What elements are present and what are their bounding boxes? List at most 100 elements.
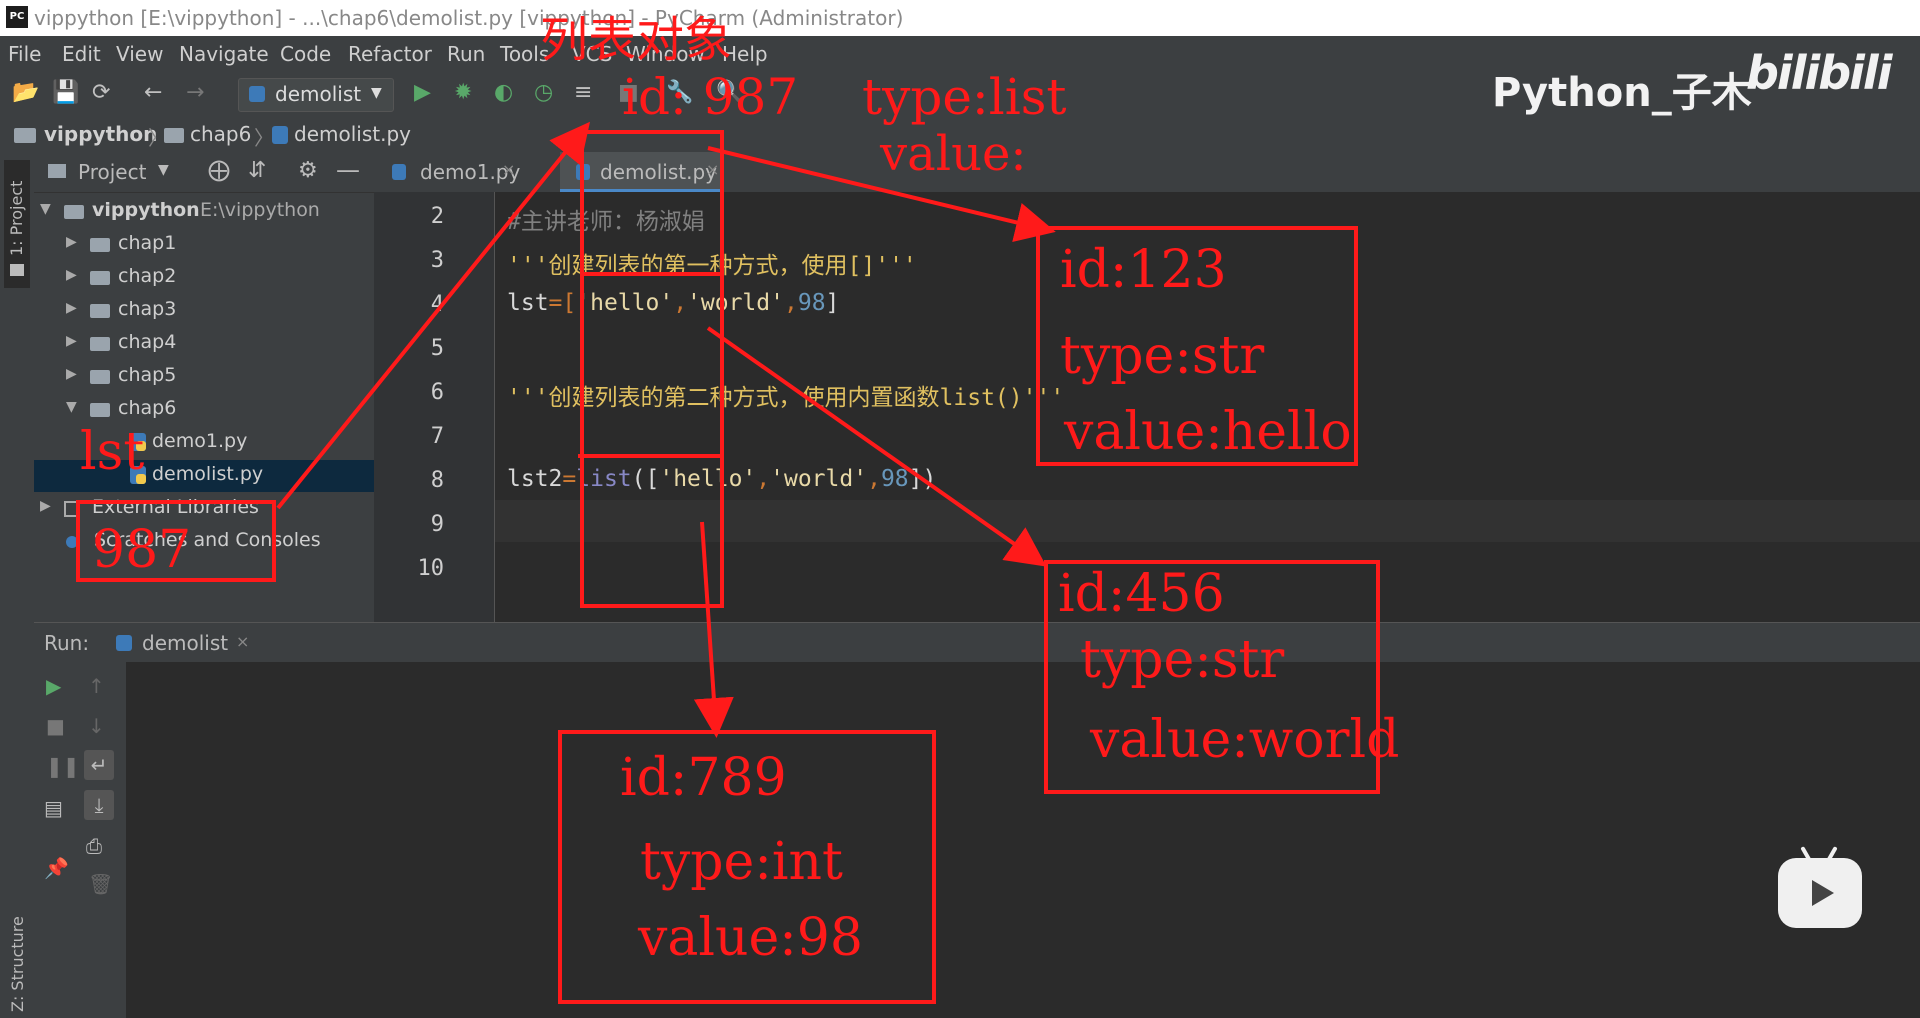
line-number: 2 [430, 204, 444, 229]
chevron-right-icon[interactable]: ▶ [40, 498, 51, 514]
folder-icon [10, 264, 24, 276]
run-with-coverage-icon[interactable]: ◐ [494, 80, 513, 105]
tree-item-chap5[interactable]: ▶ chap5 [34, 361, 374, 393]
hello-id: id:123 [1060, 240, 1227, 300]
tree-item-chap2[interactable]: ▶ chap2 [34, 262, 374, 294]
play-button-icon[interactable] [1778, 858, 1862, 928]
project-tool-tab[interactable]: 1: Project [4, 160, 30, 288]
menu-refactor[interactable]: Refactor [348, 42, 432, 66]
line-number: 6 [430, 380, 444, 405]
close-tab-icon[interactable]: × [236, 632, 249, 651]
run-panel-header: Run: demolist × [34, 622, 1920, 663]
chevron-right-icon[interactable]: ▶ [66, 267, 77, 283]
menu-file[interactable]: File [8, 42, 41, 66]
run-tab-label: demolist [142, 631, 229, 655]
project-view-selector[interactable]: Project [78, 160, 146, 184]
rerun-icon[interactable]: ▶ [46, 674, 61, 698]
run-icon[interactable]: ▶ [414, 80, 431, 105]
world-type: type:str [1080, 630, 1285, 690]
python-file-icon [392, 164, 406, 180]
line-number: 10 [417, 556, 445, 581]
save-icon[interactable]: 💾 [52, 80, 79, 105]
python-file-icon [116, 635, 132, 651]
tree-item-path: E:\vippython [200, 199, 320, 221]
chevron-right-icon[interactable]: ▶ [66, 234, 77, 250]
print-icon[interactable]: ⎙ [86, 834, 102, 858]
run-config-label: demolist [275, 82, 362, 106]
tree-item-vippython[interactable]: ▼ vippython E:\vippython [34, 196, 374, 228]
layout-icon[interactable]: ▤ [44, 796, 63, 820]
chevron-right-icon[interactable]: ▶ [66, 333, 77, 349]
run-tab-demolist[interactable]: demolist × [116, 623, 286, 663]
close-tab-icon[interactable]: × [502, 160, 515, 179]
folder-icon [90, 271, 110, 285]
chevron-right-icon[interactable]: ▶ [66, 366, 77, 382]
line-number: 7 [430, 424, 444, 449]
chevron-right-icon[interactable]: ▶ [66, 300, 77, 316]
run-console-output[interactable] [126, 662, 1920, 1018]
sync-icon[interactable]: ⟳ [92, 80, 110, 105]
tree-item-chap1[interactable]: ▶ chap1 [34, 229, 374, 261]
folder-icon [90, 238, 110, 252]
menu-view[interactable]: View [116, 42, 163, 66]
chevron-down-icon[interactable]: ▼ [40, 201, 51, 217]
locate-file-icon[interactable]: ⨁ [208, 158, 230, 183]
breadcrumb-file[interactable]: demolist.py [294, 122, 411, 146]
window-title-bar: PC vippython [E:\vippython] - ...\chap6\… [0, 0, 1920, 36]
menu-edit[interactable]: Edit [62, 42, 101, 66]
editor-gutter: 2 3 4 5 6 7 8 9 10 [374, 192, 495, 622]
profile-icon[interactable]: ◷ [534, 80, 553, 105]
scroll-up-icon[interactable]: ↑ [88, 674, 105, 698]
scroll-to-end-icon[interactable]: ⤓ [84, 790, 114, 820]
menu-run[interactable]: Run [447, 42, 485, 66]
back-arrow-icon[interactable]: ← [144, 80, 162, 105]
stop-icon[interactable]: ■ [46, 714, 65, 738]
forward-arrow-icon[interactable]: → [186, 80, 204, 105]
tree-item-chap3[interactable]: ▶ chap3 [34, 295, 374, 327]
chevron-down-icon[interactable]: ▼ [66, 399, 77, 415]
world-id: id:456 [1058, 564, 1225, 624]
run-panel-toolbar: ▶ ↑ ■ ↓ ❚❚ ↵ ⤓ ▤ ⎙ 📌 🗑 [34, 662, 126, 1018]
run-panel-label: Run: [44, 631, 90, 655]
pycharm-app-icon: PC [6, 6, 28, 28]
int-value: value:98 [638, 908, 863, 968]
pin-icon[interactable]: 📌 [44, 856, 69, 880]
tree-item-chap4[interactable]: ▶ chap4 [34, 328, 374, 360]
run-configuration-selector[interactable]: demolist ▼ [238, 78, 394, 112]
breadcrumb-project[interactable]: vippython [44, 122, 157, 146]
folder-icon [64, 205, 84, 219]
concurrency-icon[interactable]: ≡ [574, 80, 592, 105]
tab-demo1-py[interactable]: demo1.py × [376, 152, 520, 192]
line-number: 5 [430, 336, 444, 361]
debug-icon[interactable]: ✹ [454, 80, 472, 105]
structure-tool-tab[interactable]: Z: Structure [8, 916, 27, 1012]
line-number: 8 [430, 468, 444, 493]
menu-navigate[interactable]: Navigate [179, 42, 269, 66]
breadcrumb-separator-icon: 〉 [254, 126, 274, 150]
open-folder-icon[interactable]: 📂 [12, 80, 39, 105]
trash-icon[interactable]: 🗑 [88, 872, 113, 896]
collapse-all-icon[interactable]: ⇵ [248, 158, 266, 183]
scroll-down-icon[interactable]: ↓ [88, 714, 105, 738]
tree-item-label: chap2 [118, 265, 177, 287]
hide-panel-icon[interactable]: — [336, 156, 360, 184]
line-number: 3 [430, 248, 444, 273]
project-view-icon [48, 164, 66, 178]
world-value: value:world [1090, 710, 1400, 770]
folder-icon [90, 337, 110, 351]
folder-icon [90, 370, 110, 384]
chevron-down-icon[interactable]: ▼ [158, 162, 169, 178]
variable-value: 987 [92, 520, 192, 580]
gear-icon[interactable]: ⚙ [298, 158, 318, 183]
int-id: id:789 [620, 748, 787, 808]
chevron-down-icon: ▼ [371, 85, 382, 101]
variable-name: lst [80, 422, 145, 482]
project-panel-header: Project ▼ ⨁ ⇵ ⚙ — [34, 152, 374, 193]
menu-code[interactable]: Code [280, 42, 331, 66]
line-number: 9 [430, 512, 444, 537]
soft-wrap-icon[interactable]: ↵ [84, 750, 114, 780]
list-object-value: value: [880, 126, 1027, 182]
pause-icon[interactable]: ❚❚ [46, 754, 80, 778]
breadcrumb-folder[interactable]: chap6 [190, 122, 251, 146]
folder-icon [164, 128, 184, 143]
